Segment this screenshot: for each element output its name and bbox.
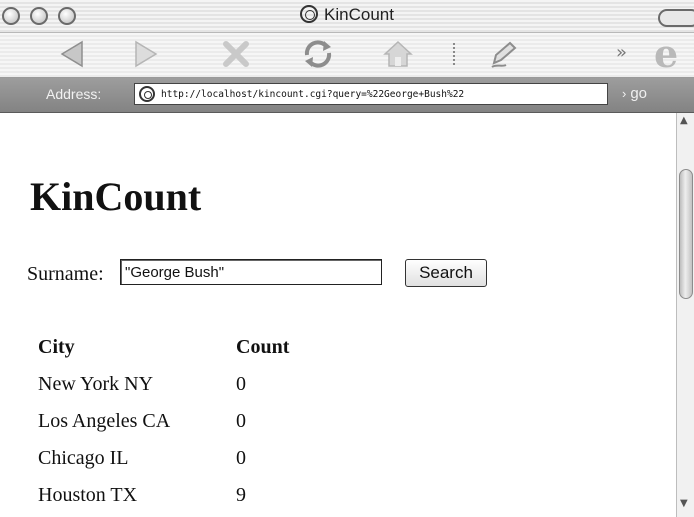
table-row: Houston TX 9 [36,476,289,513]
autofill-pen-icon [491,41,517,68]
stop-icon [223,41,249,67]
count-cell: 0 [236,372,246,395]
table-header-row: City Count [36,328,289,365]
city-cell: Chicago IL [38,446,129,469]
table-row: Los Angeles CA 0 [36,402,289,439]
autofill-button[interactable] [482,37,522,71]
scrollbar-thumb[interactable] [679,169,693,299]
refresh-button[interactable] [298,37,338,71]
table-row: Chicago IL 0 [36,439,289,476]
window-title: KinCount [0,5,694,25]
stop-button[interactable] [216,37,256,71]
page-title: KinCount [30,174,202,219]
window-title-text: KinCount [324,5,394,24]
city-cell: Los Angeles CA [38,409,171,432]
city-cell: Houston TX [38,483,138,506]
browser-toolbar: » e [0,33,694,78]
city-cell: New York NY [38,372,154,395]
count-cell: 9 [236,483,246,506]
go-button[interactable]: › go [622,85,647,102]
column-header-city: City [38,335,75,358]
address-label: Address: [46,86,102,102]
toolbar-overflow-button[interactable]: » [616,42,627,63]
forward-button[interactable] [126,37,166,71]
surname-label: Surname: [27,263,104,285]
surname-input[interactable] [120,259,382,285]
address-field[interactable] [134,83,608,105]
count-cell: 0 [236,446,246,469]
scroll-up-icon[interactable]: ▲ [680,115,688,126]
count-cell: 0 [236,409,246,432]
go-arrow-icon: › [622,86,627,101]
back-button[interactable] [52,37,92,71]
column-header-count: Count [236,335,290,358]
home-icon [383,40,413,67]
home-button[interactable] [378,37,418,71]
scroll-down-icon[interactable]: ▼ [680,498,688,509]
globe-icon [300,5,319,23]
site-globe-icon [139,86,155,102]
search-button[interactable]: Search [405,259,487,287]
refresh-icon [304,40,332,68]
window-title-bar[interactable]: KinCount [0,0,694,33]
table-row: New York NY 0 [36,365,289,402]
toolbar-separator [453,43,456,65]
back-arrow-icon [60,40,83,68]
toolbar-toggle-button[interactable] [658,9,694,27]
vertical-scrollbar[interactable]: ▲ ▼ [676,113,694,517]
results-table: City Count New York NY 0 Los Angeles CA … [36,328,289,513]
go-label: go [630,85,648,102]
forward-arrow-icon [135,40,158,68]
browser-logo-icon: e [654,31,679,76]
address-bar: Address: ›go [0,78,694,113]
url-input[interactable] [161,84,605,104]
page-content: KinCount Surname: Search City Count New … [0,113,676,517]
